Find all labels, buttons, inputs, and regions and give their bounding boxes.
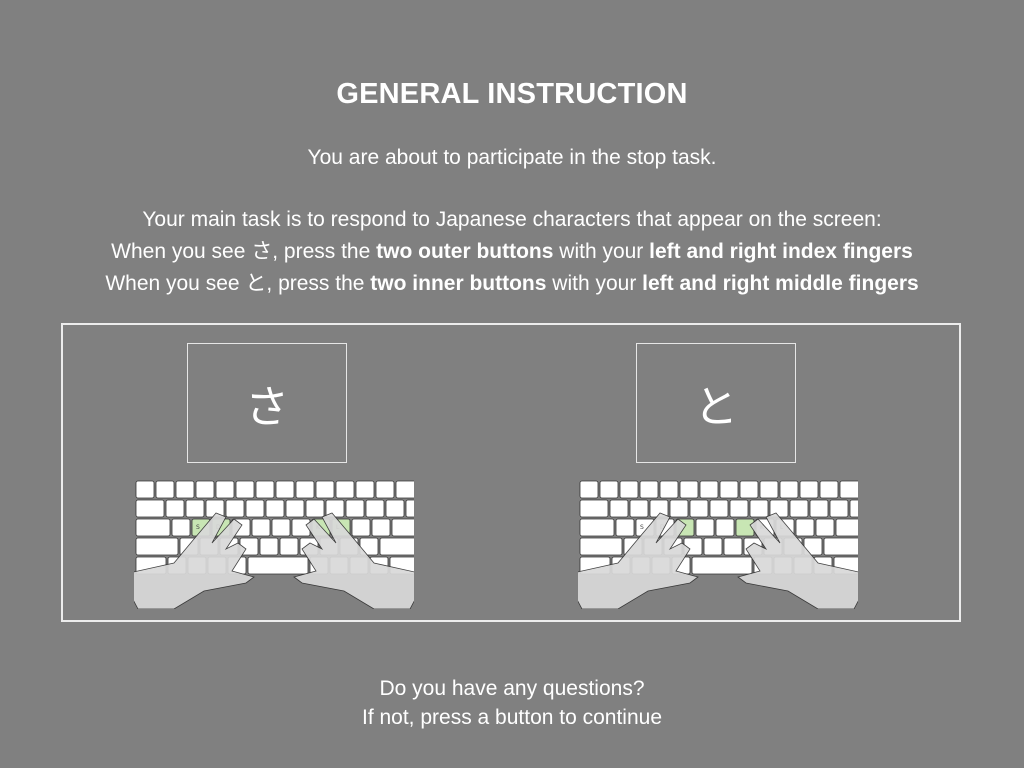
keyboard-key (759, 480, 779, 499)
instruction-line-sa: When you see さ, press the two outer butt… (111, 240, 913, 263)
keyboard-key (265, 499, 285, 518)
keyboard-key (351, 518, 371, 537)
keyboard-key (271, 518, 291, 537)
key-label-s: S (196, 524, 200, 531)
keyboard-key (723, 537, 743, 556)
outer-buttons-text: two outer buttons (376, 240, 554, 263)
keyboard-key (579, 518, 615, 537)
keyboard-key (795, 518, 815, 537)
index-fingers-text: left and right index fingers (649, 240, 913, 263)
keyboard-key (835, 518, 858, 537)
keyboard-key (695, 518, 715, 537)
keyboard-key (365, 499, 385, 518)
keyboard-key (251, 518, 271, 537)
keyboard-key (709, 499, 729, 518)
keyboard-key (669, 499, 689, 518)
middle-fingers-text: left and right middle fingers (642, 272, 919, 295)
keyboard-key (779, 480, 799, 499)
keyboard-illustration-outer: SDKL (134, 480, 414, 609)
keyboard-key (135, 499, 165, 518)
keyboard-key (809, 499, 829, 518)
instructions: Your main task is to respond to Japanese… (0, 204, 1024, 300)
keyboard-key (629, 499, 649, 518)
questions-prompt: Do you have any questions? (379, 677, 645, 700)
instruction-line-main: Your main task is to respond to Japanese… (142, 208, 882, 231)
keyboard-key (295, 480, 315, 499)
keyboard-key (749, 499, 769, 518)
keyboard-key (285, 499, 305, 518)
intro-text: You are about to participate in the stop… (307, 146, 717, 169)
keyboard-key (185, 499, 205, 518)
keyboard-key (819, 480, 839, 499)
keyboard-key (165, 499, 185, 518)
keyboard-key (355, 480, 375, 499)
keyboard-key (703, 537, 723, 556)
keyboard-key (279, 537, 299, 556)
keyboard-key (729, 499, 749, 518)
keyboard-key (275, 480, 295, 499)
keyboard-key (739, 480, 759, 499)
keyboard-key (375, 480, 395, 499)
keyboard-key (615, 518, 635, 537)
keyboard-key (195, 480, 215, 499)
instruction-line-to: When you see と, press the two inner butt… (105, 272, 919, 295)
keyboard-key (689, 499, 709, 518)
keyboard-key (171, 518, 191, 537)
keyboard-key (679, 480, 699, 499)
keyboard-key (609, 499, 629, 518)
keyboard-key (135, 480, 155, 499)
keyboard-key (789, 499, 809, 518)
keyboard-key (385, 499, 405, 518)
keyboard-key (659, 480, 679, 499)
keyboard-key (345, 499, 365, 518)
keyboard-key (815, 518, 835, 537)
keyboard-key (715, 518, 735, 537)
keyboard-key (619, 480, 639, 499)
keyboard-key (379, 537, 414, 556)
keyboard-illustration-inner: SDKL (578, 480, 858, 609)
keyboard-key (371, 518, 391, 537)
keyboard-key (335, 480, 355, 499)
keyboard-key (799, 480, 819, 499)
keyboard-key (391, 518, 414, 537)
inner-buttons-text: two inner buttons (370, 272, 547, 295)
keyboard-key (579, 537, 623, 556)
keyboard-key (395, 480, 414, 499)
keyboard-key (719, 480, 739, 499)
keyboard-key (579, 499, 609, 518)
keyboard-key (259, 537, 279, 556)
stimulus-char-sa: さ (245, 382, 289, 433)
keyboard-key (579, 480, 599, 499)
keyboard-key (245, 499, 265, 518)
keyboard-key (315, 480, 335, 499)
page-title: GENERAL INSTRUCTION (336, 78, 688, 110)
keyboard-key (599, 480, 619, 499)
keyboard-key (235, 480, 255, 499)
keyboard-key (699, 480, 719, 499)
keyboard-key (247, 556, 309, 575)
keyboard-key (829, 499, 849, 518)
keyboard-key (839, 480, 858, 499)
keyboard-key (305, 499, 325, 518)
stimulus-box-sa: さ (187, 343, 347, 463)
keyboard-key (135, 518, 171, 537)
key-label-s: S (640, 524, 644, 531)
keyboard-key (639, 480, 659, 499)
keyboard-key (405, 499, 414, 518)
to-character: と (245, 272, 267, 295)
keyboard-key (849, 499, 858, 518)
keyboard-key (135, 537, 179, 556)
keyboard-key (215, 480, 235, 499)
sa-character: さ (251, 240, 273, 263)
continue-prompt: If not, press a button to continue (361, 706, 663, 729)
stimulus-box-to: と (636, 343, 796, 463)
keyboard-key (225, 499, 245, 518)
footer-text: Do you have any questions? If not, press… (0, 674, 1024, 732)
keyboard-key (691, 556, 753, 575)
keyboard-key (175, 480, 195, 499)
keyboard-key (823, 537, 858, 556)
stimulus-char-to: と (694, 382, 738, 433)
keyboard-key (255, 480, 275, 499)
keyboard-key (155, 480, 175, 499)
